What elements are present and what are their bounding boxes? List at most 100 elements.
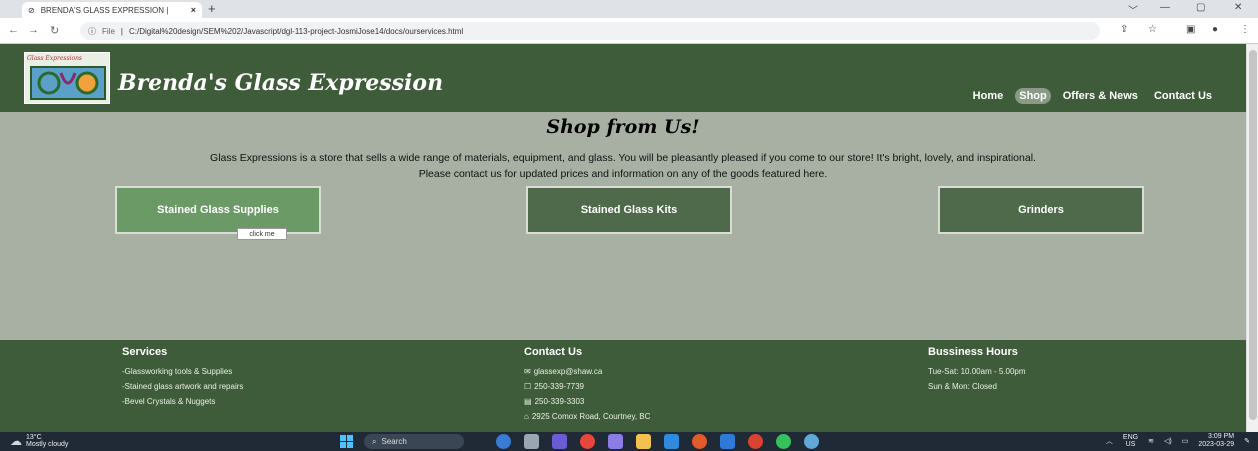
clock-time: 3:09 PM [1208,433,1235,440]
chevron-up-icon[interactable]: ︿ [1106,436,1113,446]
url-text: C:/Digital%20design/SEM%202/Javascript/d… [128,26,464,36]
footer-services: Services -Glassworking tools & Supplies … [122,346,243,409]
browser-icon[interactable] [692,434,707,449]
phone-icon: ☐ [524,382,532,391]
language-indicator[interactable]: ENG US [1123,434,1138,448]
main-nav: Home Shop Offers & News Contact Us [969,88,1216,104]
url-input[interactable]: ⓘ File | C:/Digital%20design/SEM%202/Jav… [80,22,1100,40]
widgets-icon[interactable] [496,434,511,449]
lang-primary: ENG [1122,434,1139,441]
main-content: Shop from Us! Glass Expressions is a sto… [0,112,1246,340]
fax-icon: ▤ [524,397,532,406]
whatsapp-icon[interactable] [776,434,791,449]
taskbar-apps [496,434,819,449]
powerpoint-icon[interactable] [748,434,763,449]
lang-secondary: US [1125,441,1136,448]
app-icon[interactable] [608,434,623,449]
chevron-down-icon[interactable]: ﹀ [1128,2,1138,17]
chrome-icon[interactable] [580,434,595,449]
tooltip: click me [237,228,287,240]
temperature: 13°C [26,434,42,441]
windows-taskbar: ☁ 13°C Mostly cloudy ⌕ Search ︿ ENG US ≋… [0,432,1258,451]
site-footer: Services -Glassworking tools & Supplies … [0,340,1246,432]
battery-icon[interactable]: ▭ [1182,437,1189,445]
search-icon: ⌕ [372,436,377,446]
globe-app-icon[interactable] [804,434,819,449]
system-tray: ︿ ENG US ≋ ◁) ▭ 3:09 PM 2023-03-29 ✎ [1106,433,1250,449]
site-header: Glass Expressions Brenda's Glass Express… [0,44,1246,112]
vscode-icon[interactable] [664,434,679,449]
nav-shop[interactable]: Shop [1015,88,1051,104]
profile-icon[interactable]: ● [1212,24,1218,35]
menu-icon[interactable]: ⋮ [1240,24,1250,35]
address-text: 2925 Comox Road, Courtney, BC [531,412,651,421]
store-icon[interactable] [720,434,735,449]
phone-text: 250-339-7739 [534,382,584,391]
cloud-icon: ☁ [10,433,22,448]
volume-icon[interactable]: ◁) [1164,437,1172,445]
task-view-icon[interactable] [524,434,539,449]
page-title: Shop from Us! [546,116,700,138]
windows-start-icon[interactable] [340,435,353,448]
share-icon[interactable]: ⇪ [1120,24,1128,35]
nav-home[interactable]: Home [969,88,1008,104]
clock[interactable]: 3:09 PM 2023-03-29 [1198,433,1234,449]
hours-heading: Bussiness Hours [928,346,1018,358]
fax-text: 250-339-3303 [534,397,585,406]
home-icon: ⌂ [524,412,529,421]
restore-icon[interactable]: ▢ [1196,2,1205,13]
file-explorer-icon[interactable] [636,434,651,449]
reload-icon[interactable]: ↻ [50,24,59,37]
card-stained-glass-supplies[interactable]: Stained Glass Supplies [115,186,321,234]
info-icon: ⓘ [88,26,96,36]
sidebar-icon[interactable]: ▣ [1186,24,1195,35]
contact-email[interactable]: ✉ glassexp@shaw.ca [524,364,650,379]
service-item: -Glassworking tools & Supplies [122,367,233,376]
url-separator: | [120,26,123,36]
intro-text: Glass Expressions is a store that sells … [0,150,1246,182]
taskbar-search[interactable]: ⌕ Search [364,434,464,449]
vertical-scrollbar[interactable] [1246,44,1258,432]
clock-date: 2023-03-29 [1198,441,1235,448]
intro-line-1: Glass Expressions is a store that sells … [210,152,1036,164]
brand-title: Brenda's Glass Expression [118,70,444,96]
close-window-icon[interactable]: ✕ [1234,2,1242,13]
envelope-icon: ✉ [524,367,531,376]
browser-tab[interactable]: ⊘ BRENDA'S GLASS EXPRESSION | × [22,2,202,18]
service-item: -Stained glass artwork and repairs [122,382,244,391]
contact-address: ⌂ 2925 Comox Road, Courtney, BC [524,409,650,424]
wifi-icon[interactable]: ≋ [1148,437,1154,445]
close-tab-icon[interactable]: × [191,5,196,15]
card-stained-glass-kits[interactable]: Stained Glass Kits [526,186,732,234]
footer-contact: Contact Us ✉ glassexp@shaw.ca ☐ 250-339-… [524,346,650,424]
scrollbar-thumb[interactable] [1249,50,1257,420]
minimize-icon[interactable]: — [1160,2,1170,13]
notification-icon[interactable]: ✎ [1244,437,1250,445]
email-text: glassexp@shaw.ca [533,367,603,376]
star-icon[interactable]: ☆ [1148,24,1157,35]
forward-icon[interactable]: → [28,24,39,36]
hours-item: Sun & Mon: Closed [928,382,997,391]
search-label: Search [381,437,407,446]
footer-hours: Bussiness Hours Tue-Sat: 10.00am - 5.00p… [928,346,1026,394]
teams-icon[interactable] [552,434,567,449]
url-scheme-label: File [102,26,115,36]
tab-title: BRENDA'S GLASS EXPRESSION | [40,5,169,15]
card-grinders[interactable]: Grinders [938,186,1144,234]
new-tab-button[interactable]: + [208,1,216,16]
back-icon[interactable]: ← [8,24,19,36]
address-bar: ← → ↻ ⓘ File | C:/Digital%20design/SEM%2… [0,18,1258,44]
contact-heading: Contact Us [524,346,583,358]
contact-phone: ☐ 250-339-7739 [524,379,650,394]
globe-icon: ⊘ [28,5,35,15]
services-heading: Services [122,346,168,358]
logo[interactable]: Glass Expressions [24,52,110,104]
weather-widget[interactable]: ☁ 13°C Mostly cloudy [10,434,68,448]
nav-offers-news[interactable]: Offers & News [1059,88,1142,104]
hours-item: Tue-Sat: 10.00am - 5.00pm [928,367,1026,376]
logo-text: Glass Expressions [27,55,83,62]
intro-line-2: Please contact us for updated prices and… [418,168,828,180]
nav-contact-us[interactable]: Contact Us [1150,88,1216,104]
service-item: -Bevel Crystals & Nuggets [122,397,216,406]
weather-text: Mostly cloudy [26,441,69,448]
